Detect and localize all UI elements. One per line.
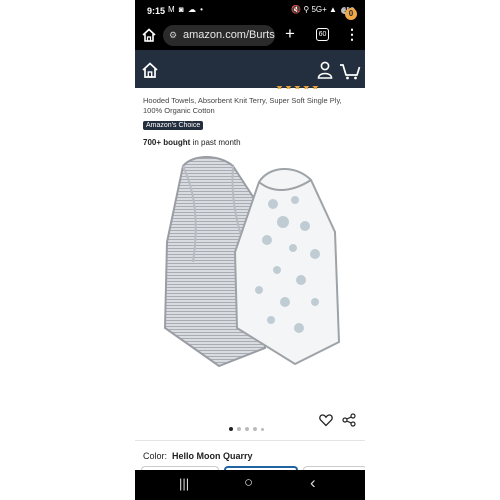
carousel-dot[interactable] xyxy=(237,427,241,431)
color-label: Color: xyxy=(143,451,168,461)
browser-toolbar: ⚙ amazon.com/Burts- + 60 ⋮ xyxy=(135,22,365,50)
product-title: Hooded Towels, Absorbent Knit Terry, Sup… xyxy=(143,96,342,115)
rating-stars: ★★★★★ xyxy=(275,86,355,89)
back-button[interactable]: ‹ xyxy=(310,473,316,493)
tab-switcher-button[interactable]: 60 xyxy=(316,28,329,41)
heart-icon[interactable] xyxy=(319,413,333,427)
carousel-dots[interactable] xyxy=(229,418,268,436)
phone-screen: 9:15 M ◙ ☁ • 🔇 ⚲ 5G+ ▲ 18 ⚙ amazon.com/B… xyxy=(135,0,365,500)
bought-count-rest: in past month xyxy=(190,138,241,147)
carousel-dot[interactable] xyxy=(253,427,257,431)
status-left-icons: M ◙ ☁ • xyxy=(168,5,204,14)
cart-icon[interactable] xyxy=(339,62,361,80)
site-settings-icon[interactable]: ⚙ xyxy=(169,25,177,46)
status-time: 9:15 xyxy=(147,6,166,16)
new-tab-button[interactable]: + xyxy=(285,24,295,44)
color-selector-label: Color: Hello Moon Quarry xyxy=(143,451,253,461)
signal-icons: 🔇 ⚲ 5G+ ▲ xyxy=(291,5,337,14)
system-nav-bar: ||| ○ ‹ xyxy=(135,470,365,500)
amazon-home-icon[interactable] xyxy=(141,61,159,79)
carousel-dot[interactable] xyxy=(261,428,264,431)
carousel-dot[interactable] xyxy=(245,427,249,431)
address-bar[interactable]: ⚙ amazon.com/Burts- xyxy=(163,25,275,46)
section-divider xyxy=(135,440,365,441)
carousel-dot[interactable] xyxy=(229,427,233,431)
url-text: amazon.com/Burts- xyxy=(183,29,275,41)
user-icon[interactable] xyxy=(317,61,333,79)
share-icon[interactable] xyxy=(342,413,356,427)
home-icon[interactable] xyxy=(141,27,157,43)
status-bar: 9:15 M ◙ ☁ • 🔇 ⚲ 5G+ ▲ 18 xyxy=(135,0,365,22)
home-button[interactable]: ○ xyxy=(244,474,253,491)
amazons-choice-badge: Amazon's Choice xyxy=(143,121,204,130)
product-image[interactable] xyxy=(155,152,350,374)
recents-button[interactable]: ||| xyxy=(179,476,189,491)
cart-count-badge: 0 xyxy=(345,8,357,20)
bought-count-bold: 700+ bought xyxy=(143,138,191,147)
browser-menu-button[interactable]: ⋮ xyxy=(345,26,359,43)
amazon-header xyxy=(135,50,365,88)
color-value: Hello Moon Quarry xyxy=(172,451,253,461)
bought-count: 700+ bought in past month xyxy=(143,138,241,147)
